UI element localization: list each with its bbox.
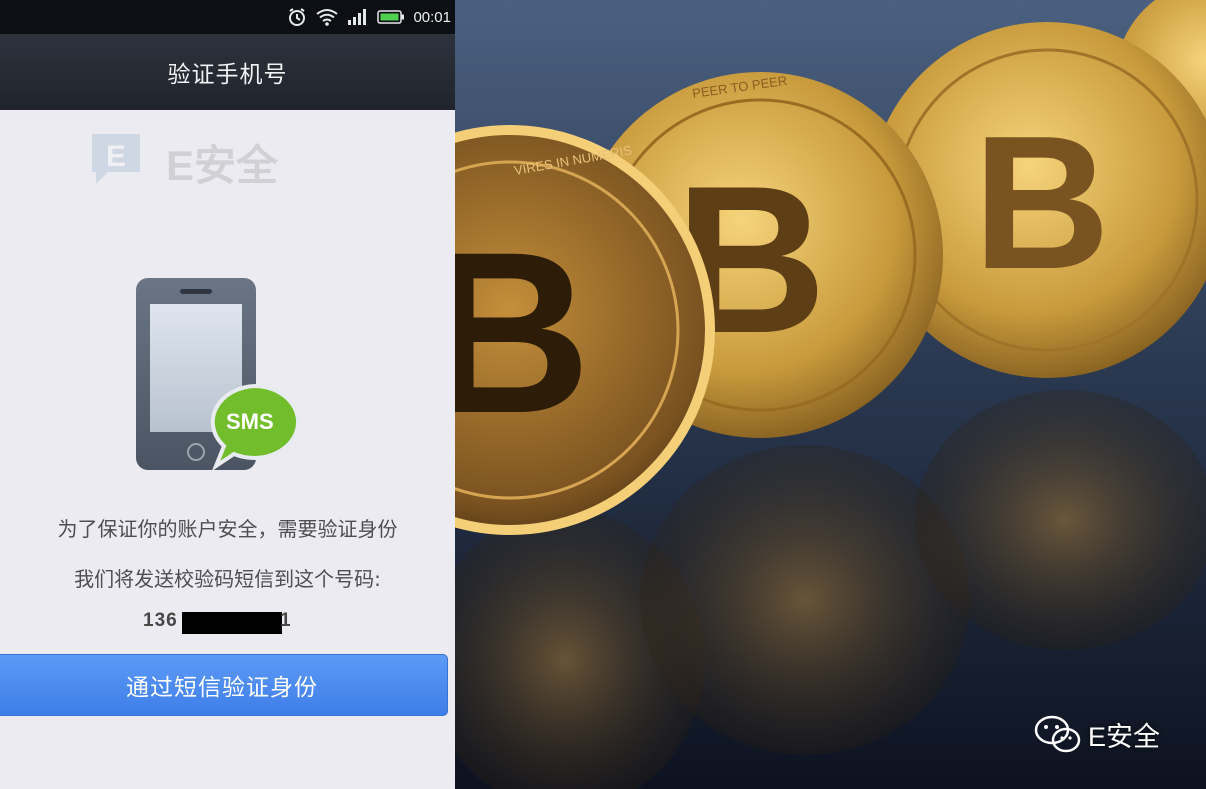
- watermark-text: E安全: [166, 142, 279, 189]
- svg-text:E: E: [106, 140, 126, 173]
- wifi-icon: [316, 9, 339, 26]
- title-bar: 验证手机号: [0, 34, 455, 110]
- sms-notice: 我们将发送校验码短信到这个号码:: [74, 567, 381, 591]
- brand-badge: E安全: [1034, 712, 1160, 756]
- status-bar: 00:01: [0, 0, 455, 34]
- brand-badge-text: E安全: [1088, 721, 1161, 752]
- security-message: 为了保证你的账户安全，需要验证身份: [57, 517, 398, 541]
- bitcoin-coins-image: B B B VIRES IN NUMERIS PEER TO PEER: [455, 0, 1206, 789]
- sms-verify-button[interactable]: 通过短信验证身份: [0, 654, 448, 716]
- signal-icon: [348, 9, 367, 25]
- battery-icon: [377, 10, 405, 24]
- svg-text:B: B: [973, 97, 1110, 309]
- bitcoin-photo: B B B VIRES IN NUMERIS PEER TO PEER: [455, 0, 1206, 789]
- watermark: E E安全: [88, 128, 328, 190]
- sms-badge-label: SMS: [226, 409, 274, 434]
- redaction-bar: [182, 612, 282, 634]
- phone-number-prefix: 136: [143, 610, 178, 631]
- alarm-icon: [289, 8, 306, 26]
- sms-verify-label: 通过短信验证身份: [126, 675, 318, 701]
- phone-number-suffix: 1: [280, 610, 291, 631]
- wechat-icon: [1034, 715, 1081, 753]
- page-title: 验证手机号: [167, 62, 288, 88]
- phone-sms-illustration: SMS: [134, 276, 304, 476]
- phone-screenshot: 00:01 验证手机号 E E安全 SMS 为了保证你的账户安全，需要验证身份 …: [0, 0, 455, 789]
- svg-text:B: B: [455, 204, 591, 461]
- shield-logo-icon: E: [92, 134, 140, 184]
- status-time: 00:01: [413, 8, 451, 26]
